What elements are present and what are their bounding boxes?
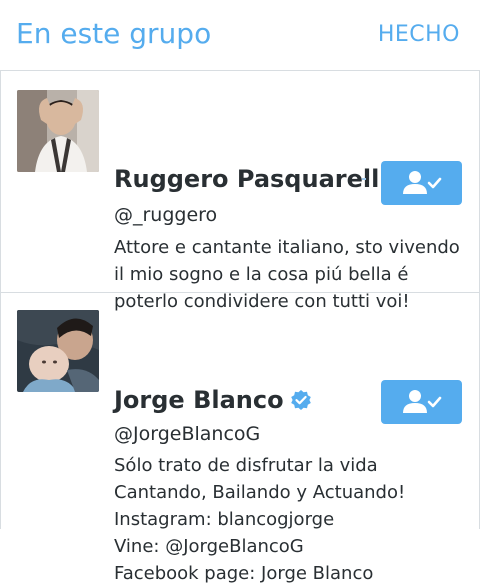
display-name[interactable]: Jorge Blanco (114, 386, 284, 414)
user-row-jorge[interactable]: Jorge Blanco @JorgeBlancoG Sólo trato de… (0, 293, 480, 584)
bio-line: Facebook page: Jorge Blanco (114, 563, 374, 584)
following-user-check-icon (402, 171, 441, 194)
name-overflow-marker (362, 178, 366, 180)
avatar-photo (17, 90, 99, 172)
user-bio: Sólo trato de disfrutar la vida Cantando… (114, 452, 464, 587)
done-button[interactable]: HECHO (378, 20, 460, 50)
avatar[interactable] (17, 90, 99, 172)
name-row: Ruggero Pasquarelli (114, 161, 388, 197)
user-handle: @_ruggero (114, 204, 218, 226)
following-button[interactable] (381, 161, 462, 205)
bio-line: Cantando, Bailando y Actuando! (114, 482, 406, 503)
name-row: Jorge Blanco (114, 382, 312, 418)
following-user-check-icon (402, 390, 441, 413)
display-name[interactable]: Ruggero Pasquarelli (114, 165, 388, 193)
avatar-photo (17, 310, 99, 392)
verified-badge-icon (290, 390, 311, 410)
user-row-ruggero[interactable]: Ruggero Pasquarelli @_ruggero Attore e c… (0, 71, 480, 312)
app-header: En este grupo HECHO (0, 0, 480, 70)
following-button[interactable] (381, 380, 462, 424)
page-title: En este grupo (16, 17, 212, 50)
bio-line: Sólo trato de disfrutar la vida (114, 455, 378, 476)
user-handle: @JorgeBlancoG (114, 423, 261, 445)
user-list: Ruggero Pasquarelli @_ruggero Attore e c… (0, 70, 480, 584)
bio-line: Vine: @JorgeBlancoG (114, 536, 304, 557)
bio-line: Instagram: blancogjorge (114, 509, 335, 530)
avatar[interactable] (17, 310, 99, 392)
